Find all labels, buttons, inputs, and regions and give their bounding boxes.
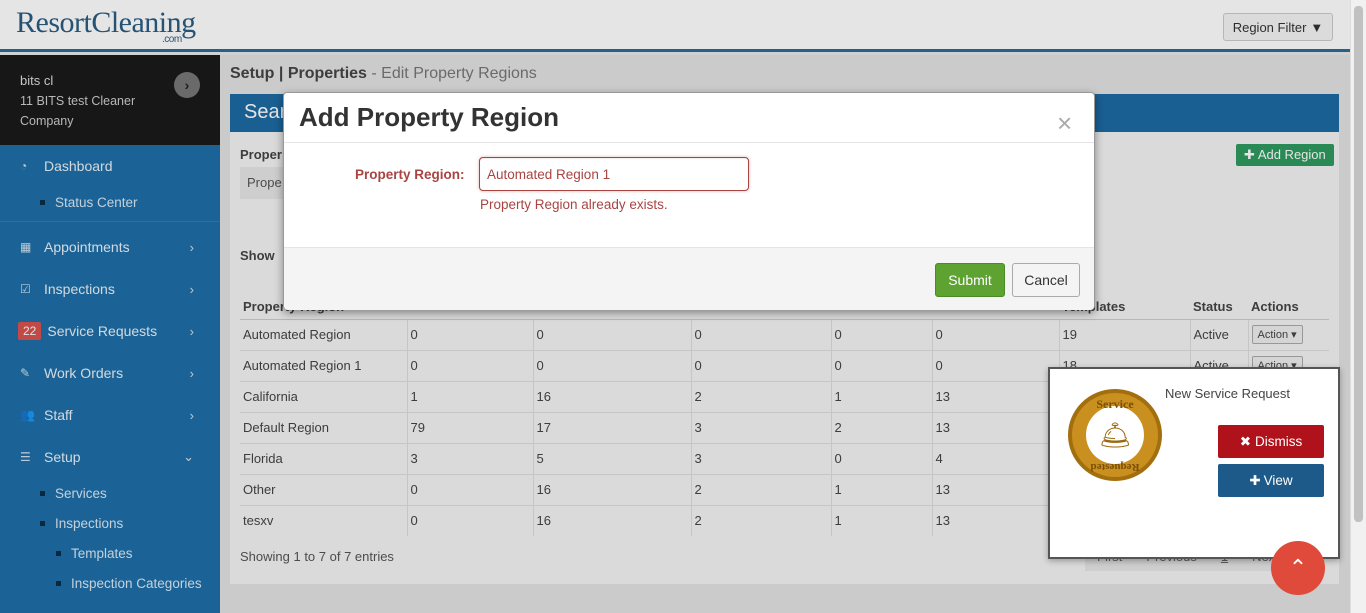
stamp-bottom-text: Requested <box>1090 461 1140 473</box>
scrollbar-thumb[interactable] <box>1354 6 1363 522</box>
add-property-region-modal: Add Property Region × Property Region: P… <box>283 92 1095 310</box>
modal-title: Add Property Region <box>299 102 560 132</box>
plus-icon: ✚ <box>1249 472 1261 488</box>
close-icon: ✖ <box>1239 433 1252 449</box>
submit-button[interactable]: Submit <box>935 263 1005 297</box>
modal-header: Add Property Region × <box>284 93 1094 143</box>
notification-title: New Service Request <box>1165 386 1290 401</box>
modal-footer: Submit Cancel <box>284 247 1094 310</box>
stamp-top-text: Service <box>1096 397 1134 411</box>
property-region-input[interactable] <box>479 157 749 191</box>
service-requested-stamp-icon: Service 🛎 Requested <box>1068 389 1162 481</box>
scroll-to-top-button[interactable]: ⌃ <box>1271 541 1325 595</box>
chevron-up-icon: ⌃ <box>1288 555 1308 580</box>
view-button[interactable]: ✚ View <box>1218 464 1324 497</box>
property-region-label: Property Region: <box>355 167 465 182</box>
service-request-notification: Service 🛎 Requested New Service Request … <box>1048 367 1340 559</box>
cloche-icon: 🛎 <box>1086 406 1144 464</box>
close-icon[interactable]: × <box>1057 110 1072 136</box>
property-region-error: Property Region already exists. <box>480 197 668 212</box>
dismiss-button[interactable]: ✖ Dismiss <box>1218 425 1324 458</box>
dismiss-label: Dismiss <box>1255 434 1303 449</box>
view-label: View <box>1263 473 1293 488</box>
modal-body: Property Region: Property Region already… <box>284 143 1094 247</box>
cancel-button[interactable]: Cancel <box>1012 263 1080 297</box>
page-scrollbar[interactable] <box>1350 0 1366 613</box>
